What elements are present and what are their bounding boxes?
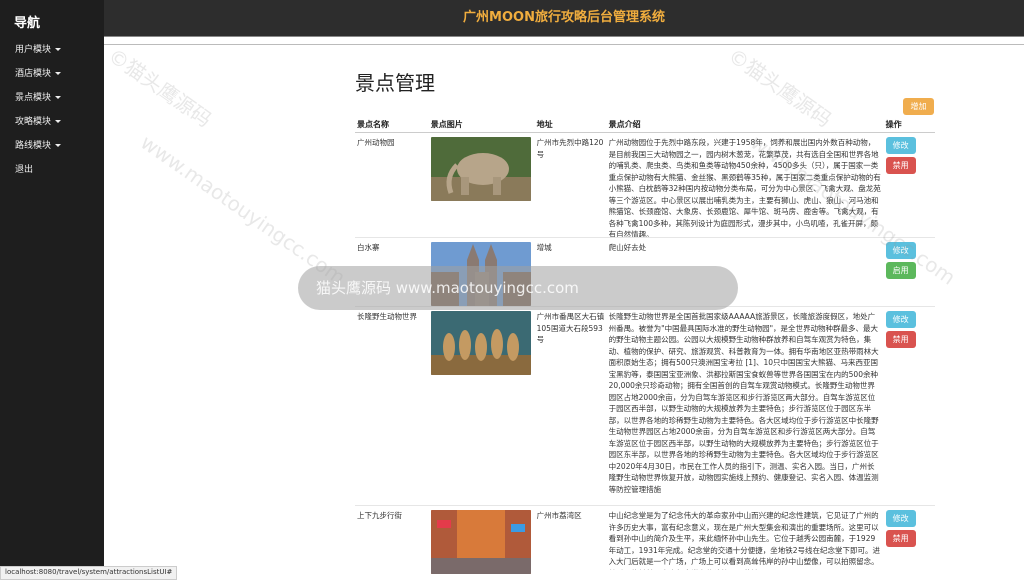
cell-actions: 修改 禁用 [883, 306, 935, 506]
sidebar-item-hotel[interactable]: 酒店模块 [0, 62, 104, 86]
cell-name: 上下九步行街 [355, 505, 429, 574]
caret-down-icon [55, 48, 62, 51]
cell-actions: 修改 启用 [883, 237, 935, 307]
sidebar-item-user[interactable]: 用户模块 [0, 38, 104, 62]
pedestrian-street-image [430, 510, 531, 574]
app-title: 广州MOON旅行攻略后台管理系统 [463, 10, 665, 25]
cell-image [428, 132, 535, 238]
sidebar: 导航 用户模块 酒店模块 景点模块 攻略模块 路线模块 退出 [0, 0, 104, 578]
main-content: 景点管理 增加 景点名称 景点图片 地址 景点介绍 操作 广州动物园 广州市先烈… [355, 60, 935, 574]
description-text: 长隆野生动物世界是全国首批国家级AAAAA旅游景区，长隆旅游度假区，地处广州番禺… [608, 312, 879, 494]
page-title: 景点管理 [355, 71, 435, 95]
disable-button[interactable]: 禁用 [885, 157, 916, 174]
cell-image [428, 306, 535, 506]
cell-name: 长隆野生动物世界 [355, 306, 429, 506]
enable-button[interactable]: 启用 [885, 262, 916, 279]
column-header-address: 地址 [534, 118, 607, 133]
sidebar-menu: 用户模块 酒店模块 景点模块 攻略模块 路线模块 退出 [0, 38, 104, 182]
cell-actions: 修改 禁用 [883, 132, 935, 238]
cell-name: 广州动物园 [355, 132, 429, 238]
column-header-image: 景点图片 [428, 118, 535, 133]
edit-button[interactable]: 修改 [885, 510, 916, 527]
sidebar-item-label: 酒店模块 [15, 69, 52, 79]
column-header-name: 景点名称 [355, 118, 429, 133]
cell-description: 长隆野生动物世界是全国首批国家级AAAAA旅游景区，长隆旅游度假区，地处广州番禺… [606, 306, 884, 506]
cell-description: 中山纪念堂是为了纪念伟大的革命家孙中山而兴建的纪念性建筑，它见证了广州的许多历史… [606, 505, 884, 574]
table-header-row: 景点名称 景点图片 地址 景点介绍 操作 [355, 118, 935, 133]
sidebar-item-attraction[interactable]: 景点模块 [0, 86, 104, 110]
sidebar-item-label: 用户模块 [15, 45, 52, 55]
sidebar-item-label: 景点模块 [15, 93, 52, 103]
disable-button[interactable]: 禁用 [885, 530, 916, 547]
edit-button[interactable]: 修改 [885, 242, 916, 259]
description-text: 中山纪念堂是为了纪念伟大的革命家孙中山而兴建的纪念性建筑，它见证了广州的许多历史… [608, 511, 881, 570]
cell-address: 广州市番禺区大石镇105国道大石段593号 [534, 306, 607, 506]
edit-button[interactable]: 修改 [885, 137, 916, 154]
cell-address: 广州市先烈中路120号 [534, 132, 607, 238]
watermark-text: ©猫头鹰源码 [103, 43, 217, 132]
cell-actions: 修改 禁用 [883, 505, 935, 574]
sidebar-item-label: 路线模块 [15, 141, 52, 151]
caret-down-icon [55, 72, 62, 75]
description-text: 广州动物园位于先烈中路东段，兴建于1958年，饲养和展出国内外数百种动物，是目前… [608, 138, 881, 237]
description-text: 爬山好去处 [608, 243, 647, 252]
meerkats-image [430, 311, 531, 375]
sidebar-item-label: 攻略模块 [15, 117, 52, 127]
cell-image [428, 505, 535, 574]
disable-button[interactable]: 禁用 [885, 331, 916, 348]
elephant-statue-image [430, 137, 531, 201]
table-row: 长隆野生动物世界 广州市番禺区大石镇105国道大石段593号 长隆野生动物世界是… [355, 306, 935, 506]
table-row: 广州动物园 广州市先烈中路120号 广州动物园位于先烈中路东段，兴建于1958年… [355, 132, 935, 238]
table-row: 上下九步行街 广州市荔湾区 中山纪念堂是为了纪念伟大的革命家孙中山而兴建的纪念性… [355, 505, 935, 574]
caret-down-icon [55, 144, 62, 147]
sidebar-item-label: 退出 [15, 165, 34, 175]
edit-button[interactable]: 修改 [885, 311, 916, 328]
header-divider [104, 44, 1024, 45]
attractions-table: 景点名称 景点图片 地址 景点介绍 操作 广州动物园 广州市先烈中路120号 广… [355, 118, 935, 574]
sidebar-item-guide[interactable]: 攻略模块 [0, 110, 104, 134]
caret-down-icon [55, 96, 62, 99]
watermark-banner: 猫头鹰源码 www.maotouyingcc.com [298, 266, 738, 310]
cell-description: 广州动物园位于先烈中路东段，兴建于1958年，饲养和展出国内外数百种动物，是目前… [606, 132, 884, 238]
sidebar-item-logout[interactable]: 退出 [0, 158, 104, 182]
sidebar-brand: 导航 [14, 16, 41, 31]
app-header: 广州MOON旅行攻略后台管理系统 [104, 0, 1024, 37]
sidebar-item-route[interactable]: 路线模块 [0, 134, 104, 158]
column-header-actions: 操作 [883, 118, 935, 133]
cell-address: 广州市荔湾区 [534, 505, 607, 574]
column-header-description: 景点介绍 [606, 118, 884, 133]
caret-down-icon [55, 120, 62, 123]
add-attraction-button[interactable]: 增加 [903, 98, 934, 115]
